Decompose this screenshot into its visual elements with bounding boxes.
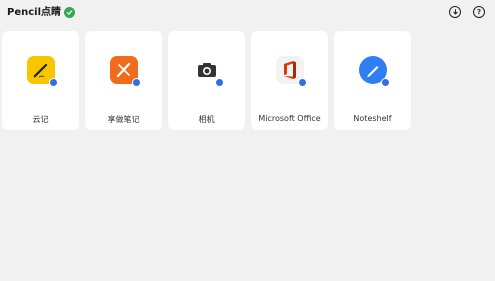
help-icon[interactable]: ? [473,6,485,18]
app-grid: 云记 享做笔记 相机 Microsoft Office Noteshelf [2,31,411,130]
sync-badge-icon [380,78,390,87]
app-card-office[interactable]: Microsoft Office [251,31,328,130]
app-label: 享做笔记 [107,115,140,124]
app-label: 相机 [198,115,215,124]
pen-notes-icon [26,56,58,87]
app-card-xiangzuo[interactable]: 享做笔记 [85,31,162,130]
app-card-noteshelf[interactable]: Noteshelf [334,31,411,130]
app-label: 云记 [32,115,49,124]
top-actions: ? [449,6,485,18]
noteshelf-icon [358,56,390,87]
title-text: Pencil点睛 [7,7,62,18]
sync-badge-icon [297,78,307,87]
check-circle-icon [64,7,76,18]
app-label: Microsoft Office [258,114,321,123]
office-icon [275,56,307,87]
sync-badge-icon [131,78,141,87]
camera-icon [192,56,224,87]
app-card-yunji[interactable]: 云记 [2,31,79,130]
top-bar: Pencil点睛 ? [0,0,495,26]
download-icon[interactable] [449,6,461,18]
app-page: Pencil点睛 ? 云记 享做笔记 相机 Microsoft Office N… [0,0,495,281]
sync-badge-icon [48,78,58,87]
notes-pen-icon [109,56,141,87]
app-card-camera[interactable]: 相机 [168,31,245,130]
app-label: Noteshelf [353,114,392,123]
sync-badge-icon [214,78,224,87]
page-title: Pencil点睛 [7,6,76,19]
